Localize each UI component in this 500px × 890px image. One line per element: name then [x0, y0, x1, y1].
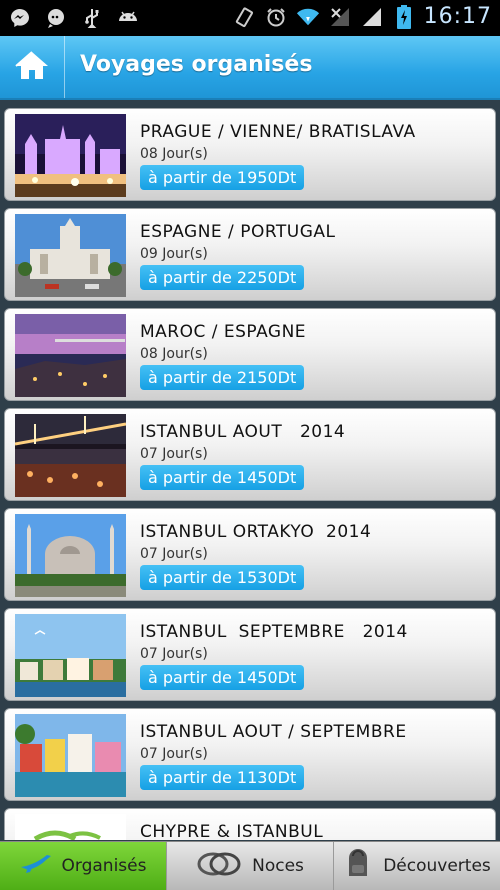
bottom-tab-bar: Organisés Noces Découvertes: [0, 841, 500, 890]
trip-image-prague: [15, 114, 126, 197]
trip-name: PRAGUE / VIENNE/ BRATISLAVA: [140, 122, 416, 142]
trip-image-istanbul-aout: [15, 414, 126, 497]
signal-icon: [360, 5, 384, 29]
trip-duration: 08 Jour(s): [140, 146, 208, 162]
wifi-icon: [296, 5, 320, 29]
trip-item-istanbul-aout[interactable]: ISTANBUL AOUT 2014 07 Jour(s) à partir d…: [4, 408, 496, 501]
trip-price-button[interactable]: à partir de 2150Dt: [140, 365, 305, 390]
tab-label: Organisés: [61, 856, 147, 876]
tab-noces[interactable]: Noces: [167, 842, 334, 890]
trip-name: ISTANBUL ORTAKYO 2014: [140, 522, 372, 542]
trip-item-istanbul-aout-septembre[interactable]: ISTANBUL AOUT / SEPTEMBRE 07 Jour(s) à p…: [4, 708, 496, 801]
trip-price-button[interactable]: à partir de 1130Dt: [140, 765, 305, 790]
trip-image-istanbul-aout-septembre: [15, 714, 126, 797]
trip-duration: 08 Jour(s): [140, 346, 208, 362]
system-icons: 16:17: [232, 4, 492, 29]
trip-duration: 07 Jour(s): [140, 546, 208, 562]
trip-name: ISTANBUL AOUT 2014: [140, 422, 346, 442]
page-title: Voyages organisés: [80, 52, 313, 77]
trip-price-button[interactable]: à partir de 1530Dt: [140, 565, 305, 590]
trip-item-istanbul-ortakyo[interactable]: ISTANBUL ORTAKYO 2014 07 Jour(s) à parti…: [4, 508, 496, 601]
app-header: Voyages organisés: [0, 36, 500, 100]
home-icon: [14, 49, 50, 85]
home-button[interactable]: [0, 36, 65, 98]
trip-item-prague[interactable]: PRAGUE / VIENNE/ BRATISLAVA 08 Jour(s) à…: [4, 108, 496, 201]
no-signal-icon: [328, 5, 352, 29]
alarm-icon: [264, 5, 288, 29]
trip-image-istanbul-ortakyo: [15, 514, 126, 597]
trip-list[interactable]: PRAGUE / VIENNE/ BRATISLAVA 08 Jour(s) à…: [0, 100, 500, 840]
trip-price-button[interactable]: à partir de 2250Dt: [140, 265, 305, 290]
messenger-icon: [8, 6, 32, 30]
trip-item-chypre-istanbul[interactable]: CHYPRE & ISTANBUL: [4, 808, 496, 840]
trip-price-button[interactable]: à partir de 1950Dt: [140, 165, 305, 190]
trip-duration: 07 Jour(s): [140, 646, 208, 662]
tab-label: Noces: [252, 856, 304, 876]
trip-image-espagne-portugal: [15, 214, 126, 297]
trip-name: MAROC / ESPAGNE: [140, 322, 307, 342]
vibrate-icon: [232, 5, 256, 29]
trip-item-espagne-portugal[interactable]: ESPAGNE / PORTUGAL 09 Jour(s) à partir d…: [4, 208, 496, 301]
trip-name: ESPAGNE / PORTUGAL: [140, 222, 336, 242]
tab-organises[interactable]: Organisés: [0, 842, 167, 890]
trip-price-button[interactable]: à partir de 1450Dt: [140, 465, 305, 490]
trip-duration: 07 Jour(s): [140, 746, 208, 762]
trip-duration: 07 Jour(s): [140, 446, 208, 462]
trip-image-maroc-espagne: [15, 314, 126, 397]
tab-label: Découvertes: [383, 856, 491, 876]
airplane-icon: [20, 853, 52, 880]
notification-icons: [8, 6, 140, 30]
trip-name: ISTANBUL AOUT / SEPTEMBRE: [140, 722, 407, 742]
rings-icon: [196, 850, 242, 883]
chat-icon: [44, 6, 68, 30]
backpack-icon: [343, 848, 373, 885]
android-icon: [116, 6, 140, 30]
trip-duration: 09 Jour(s): [140, 246, 208, 262]
trip-name: CHYPRE & ISTANBUL: [140, 822, 324, 840]
status-bar: 16:17: [0, 0, 500, 36]
trip-item-istanbul-septembre[interactable]: ISTANBUL SEPTEMBRE 2014 07 Jour(s) à par…: [4, 608, 496, 701]
trip-price-button[interactable]: à partir de 1450Dt: [140, 665, 305, 690]
clock-time: 16:17: [423, 4, 492, 29]
battery-charging-icon: [392, 4, 416, 29]
usb-icon: [80, 6, 104, 30]
trip-item-maroc-espagne[interactable]: MAROC / ESPAGNE 08 Jour(s) à partir de 2…: [4, 308, 496, 401]
trip-image-chypre-istanbul: [15, 814, 126, 840]
trip-image-istanbul-septembre: [15, 614, 126, 697]
trip-name: ISTANBUL SEPTEMBRE 2014: [140, 622, 408, 642]
tab-decouvertes[interactable]: Découvertes: [334, 842, 500, 890]
